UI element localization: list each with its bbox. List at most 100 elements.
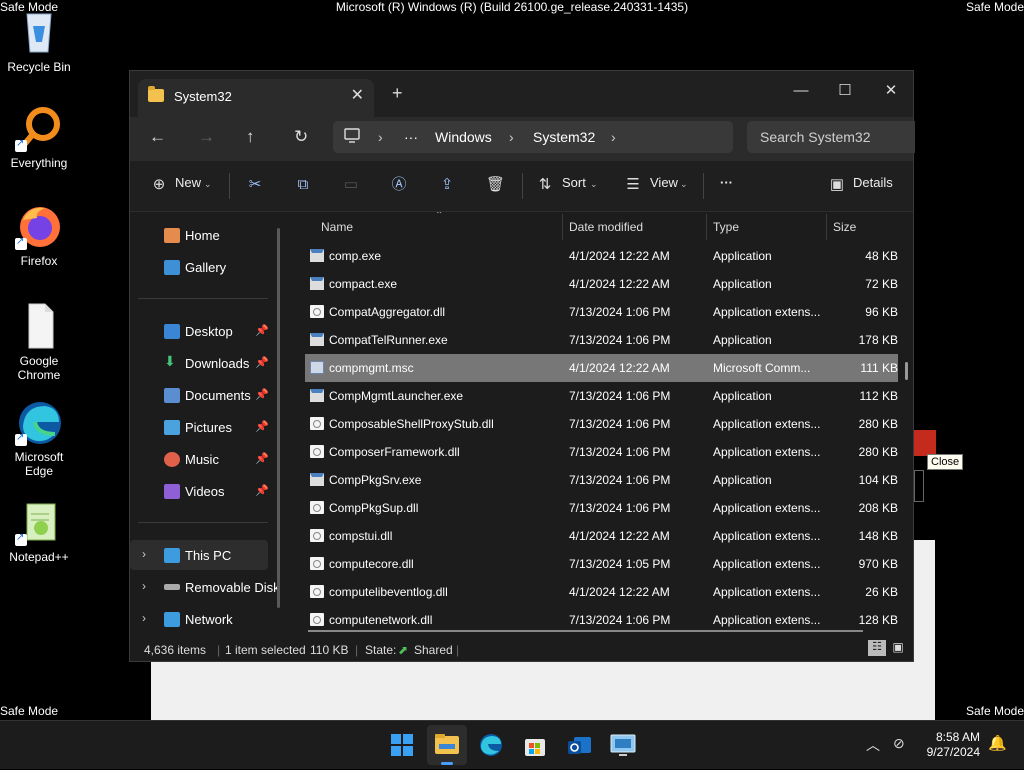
breadcrumb-overflow[interactable]: ···	[404, 129, 418, 145]
column-divider[interactable]	[826, 214, 827, 240]
desktop-icon-microsoft-edge[interactable]: Microsoft Edge	[1, 398, 77, 478]
nav-item-removable-disk[interactable]: › Removable Disk	[130, 572, 280, 602]
share-icon[interactable]: ⇪	[438, 176, 456, 194]
background-close-button[interactable]	[914, 430, 936, 456]
file-row[interactable]: CompMgmtLauncher.exe 7/13/2024 1:06 PM App…	[305, 382, 898, 410]
file-row[interactable]: ComposerFramework.dll 7/13/2024 1:06 PM Ap…	[305, 438, 898, 466]
nav-item-gallery[interactable]: Gallery	[130, 252, 280, 282]
nav-scrollbar[interactable]	[277, 228, 280, 608]
chevron-right-icon[interactable]: ›	[142, 547, 146, 561]
column-divider[interactable]	[562, 214, 563, 240]
breadcrumb-chevron-icon[interactable]: ›	[378, 129, 383, 145]
nav-item-videos[interactable]: Videos 📌	[130, 476, 280, 506]
desktop-icon-firefox[interactable]: Firefox	[1, 202, 77, 268]
rename-icon[interactable]: Ⓐ	[390, 176, 408, 194]
details-button[interactable]: Details	[853, 175, 893, 190]
breadcrumb-system32[interactable]: System32	[533, 129, 595, 145]
pin-icon[interactable]: 📌	[255, 388, 269, 401]
more-options-button[interactable]: ···	[720, 175, 733, 190]
back-arrow-icon[interactable]: ←	[149, 127, 166, 147]
chevron-up-icon[interactable]: ︿	[866, 735, 880, 755]
pin-icon[interactable]: 📌	[255, 324, 269, 337]
column-divider[interactable]	[706, 214, 707, 240]
close-window-button[interactable]: ✕	[868, 77, 914, 105]
forward-arrow-icon[interactable]: →	[198, 127, 215, 147]
nav-item-this-pc[interactable]: › This PC	[130, 540, 268, 570]
breadcrumb-windows[interactable]: Windows	[435, 129, 492, 145]
file-date: 7/13/2024 1:06 PM	[569, 305, 671, 319]
minimize-button[interactable]: —	[778, 77, 824, 105]
details-view-icon[interactable]: ☷	[868, 640, 886, 656]
sort-button[interactable]: Sort	[562, 175, 586, 190]
search-input[interactable]: Search System32	[747, 121, 915, 153]
shortcut-arrow-icon	[15, 432, 27, 446]
column-header-size[interactable]: Size	[833, 220, 856, 234]
windows-start-icon[interactable]	[390, 733, 416, 757]
nav-item-home[interactable]: Home	[130, 220, 280, 250]
pin-icon[interactable]: 📌	[255, 452, 269, 465]
exe-file-icon	[310, 333, 324, 346]
horizontal-scrollbar[interactable]	[308, 630, 863, 632]
pin-icon[interactable]: 📌	[255, 484, 269, 497]
pin-icon[interactable]: 📌	[255, 356, 269, 369]
file-row[interactable]: CompPkgSup.dll 7/13/2024 1:06 PM Applicati…	[305, 494, 898, 522]
breadcrumb-chevron-icon[interactable]: ›	[611, 129, 616, 145]
network-disconnected-icon[interactable]: ⊘	[893, 735, 905, 752]
file-row[interactable]: compact.exe 4/1/2024 12:22 AM Application 7…	[305, 270, 898, 298]
desktop-icon-recycle-bin[interactable]: Recycle Bin	[1, 8, 77, 74]
chevron-down-icon: ⌄	[590, 179, 598, 189]
file-explorer-taskbar-icon[interactable]	[427, 725, 467, 765]
desktop-icon-google-chrome[interactable]: Google Chrome	[1, 302, 77, 382]
clock-date: 9/27/2024	[926, 745, 980, 759]
new-button[interactable]: New	[175, 175, 201, 190]
column-header-date[interactable]: Date modified	[569, 220, 643, 234]
nav-item-desktop[interactable]: Desktop 📌	[130, 316, 280, 346]
edge-taskbar-icon[interactable]	[478, 733, 504, 757]
file-row[interactable]: CompatTelRunner.exe 7/13/2024 1:06 PM Appl…	[305, 326, 898, 354]
file-row[interactable]: CompPkgSrv.exe 7/13/2024 1:06 PM Applicati…	[305, 466, 898, 494]
cut-icon[interactable]: ✂	[246, 176, 264, 194]
system-clock[interactable]: 8:58 AM 9/27/2024	[927, 730, 980, 760]
file-row[interactable]: compmgmt.msc 4/1/2024 12:22 AM Microsoft C…	[305, 354, 898, 382]
view-button[interactable]: View	[650, 175, 678, 190]
file-row[interactable]: compstui.dll 4/1/2024 12:22 AM Application…	[305, 522, 898, 550]
nav-item-music[interactable]: Music 📌	[130, 444, 280, 474]
copy-icon[interactable]: ⧉	[294, 176, 312, 194]
desktop-icon-notepad-plus-plus[interactable]: Notepad++	[1, 498, 77, 564]
tab-system32[interactable]: System32 ✕	[138, 79, 374, 117]
maximize-button[interactable]: ☐	[822, 77, 868, 105]
refresh-icon[interactable]: ↻	[294, 127, 308, 147]
chevron-right-icon[interactable]: ›	[142, 611, 146, 625]
column-header-name[interactable]: Name	[321, 220, 353, 234]
file-row[interactable]: ComposableShellProxyStub.dll 7/13/2024 1:…	[305, 410, 898, 438]
address-bar[interactable]: › ··· Windows › System32 ›	[333, 121, 733, 153]
vertical-scrollbar-thumb[interactable]	[905, 362, 908, 380]
delete-icon[interactable]: 🗑	[486, 176, 505, 194]
file-list: Name ⌃ Date modified Type Size comp.exe 4…	[290, 212, 915, 627]
chevron-right-icon[interactable]: ›	[142, 579, 146, 593]
nav-item-network[interactable]: › Network	[130, 604, 280, 634]
column-header-type[interactable]: Type	[713, 220, 739, 234]
file-row[interactable]: computecore.dll 7/13/2024 1:05 PM Applicat…	[305, 550, 898, 578]
tiles-view-icon[interactable]: ▣	[889, 640, 907, 656]
close-tab-button[interactable]: ✕	[351, 85, 364, 105]
nav-item-pictures[interactable]: Pictures 📌	[130, 412, 280, 442]
nav-item-label: Network	[185, 612, 233, 627]
desktop-icon-everything[interactable]: Everything	[1, 104, 77, 170]
breadcrumb-chevron-icon[interactable]: ›	[509, 129, 514, 145]
up-arrow-icon[interactable]: ↑	[246, 127, 255, 147]
outlook-icon[interactable]	[566, 733, 592, 757]
nav-item-documents[interactable]: Documents 📌	[130, 380, 280, 410]
file-row[interactable]: computelibeventlog.dll 4/1/2024 12:22 AM A…	[305, 578, 898, 606]
file-row[interactable]: computenetwork.dll 7/13/2024 1:06 PM Appli…	[305, 606, 898, 627]
nav-item-downloads[interactable]: ⬇ Downloads 📌	[130, 348, 280, 378]
remote-desktop-icon[interactable]	[610, 733, 636, 757]
file-row[interactable]: CompatAggregator.dll 7/13/2024 1:06 PM App…	[305, 298, 898, 326]
new-tab-button[interactable]: +	[392, 83, 403, 104]
notification-bell-icon[interactable]: 🔔	[988, 734, 1007, 752]
microsoft-store-icon[interactable]	[522, 733, 548, 757]
paste-icon[interactable]: ▭	[342, 176, 360, 194]
pin-icon[interactable]: 📌	[255, 420, 269, 433]
file-row[interactable]: comp.exe 4/1/2024 12:22 AM Application 48 K…	[305, 242, 898, 270]
divider: |	[217, 643, 221, 657]
